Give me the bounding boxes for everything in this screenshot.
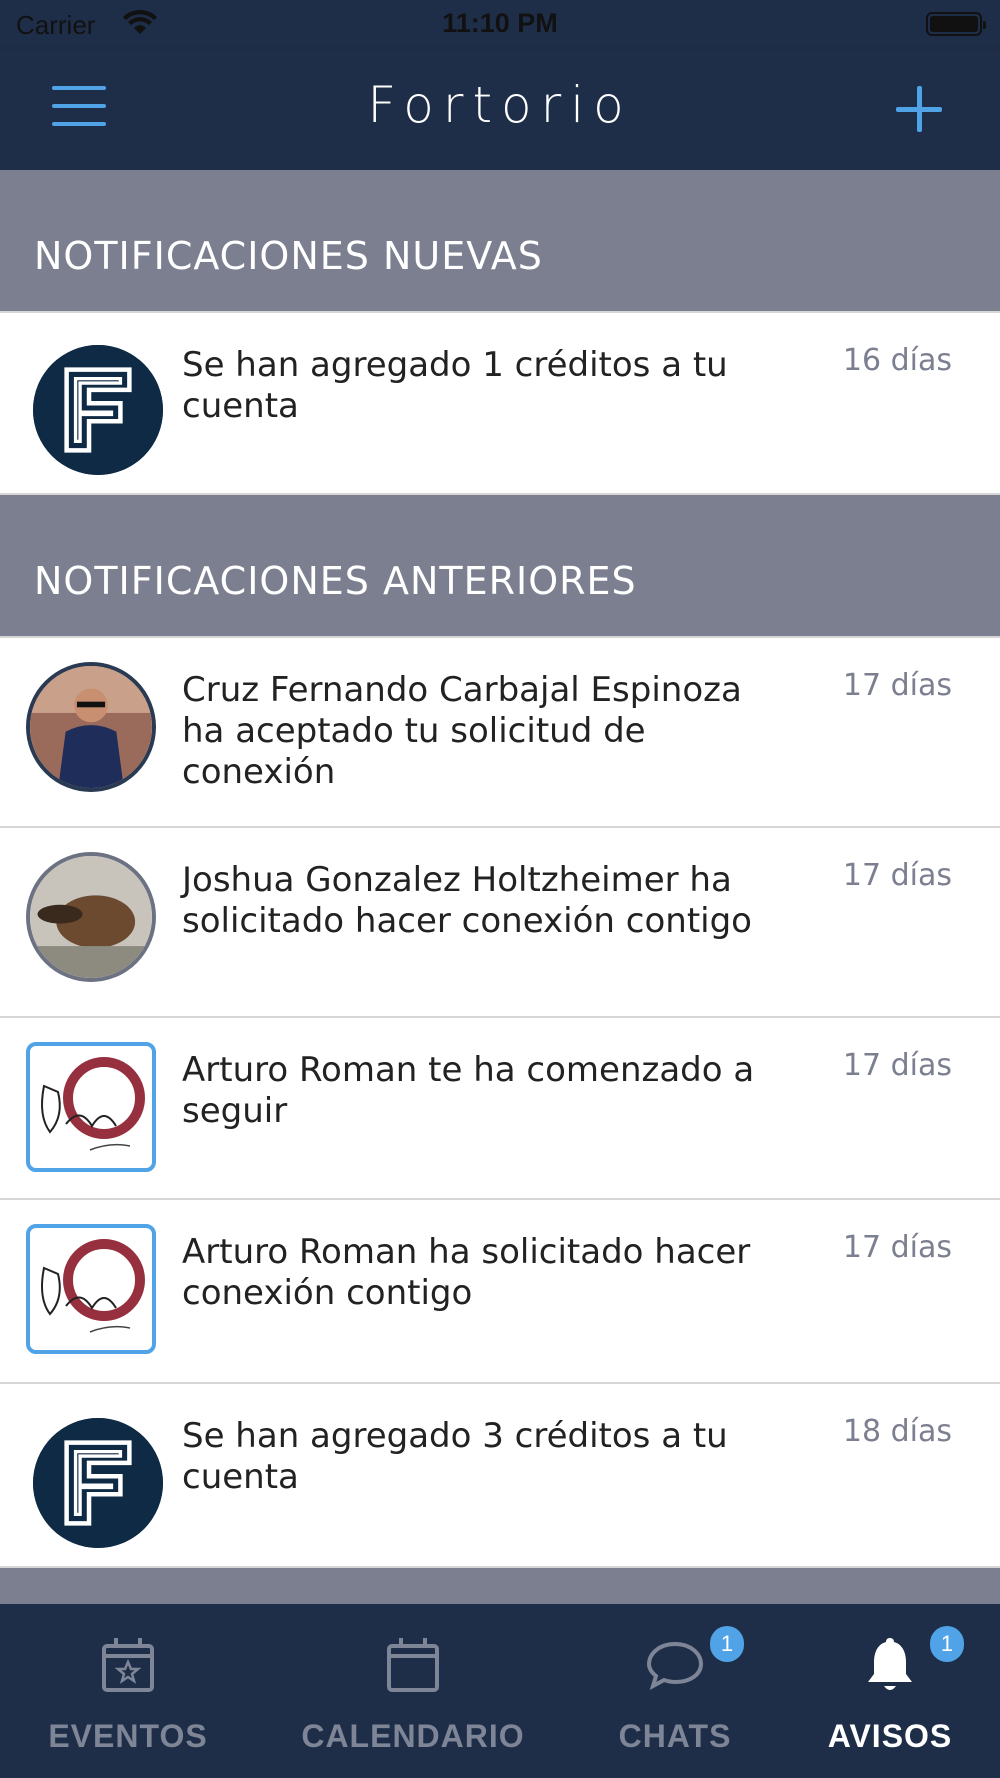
notification-text: Cruz Fernando Carbajal Espinoza ha acept… (182, 670, 742, 792)
avisos-badge: 1 (930, 1626, 964, 1662)
notification-text: Arturo Roman ha solicitado hacer conexió… (182, 1232, 751, 1313)
section-header-new: NOTIFICACIONES NUEVAS (0, 170, 1000, 311)
tab-label: EVENTOS (48, 1718, 208, 1754)
notification-time: 18 días (842, 1414, 952, 1449)
tab-bar: EVENTOS CALENDARIO 1 CHATS 1 AVISOS (0, 1604, 1000, 1778)
calendar-star-icon (102, 1638, 154, 1692)
notification-text: Joshua Gonzalez Holtzheimer ha solicitad… (182, 860, 752, 941)
fortorio-logo-avatar (33, 1418, 163, 1548)
notification-text: Se han agregado 3 créditos a tu cuenta (182, 1416, 728, 1497)
tab-avisos[interactable]: 1 AVISOS (800, 1604, 980, 1778)
notification-row[interactable]: Arturo Roman te ha comenzado a seguir 17… (0, 1018, 1000, 1200)
notification-time: 17 días (842, 1048, 952, 1083)
user-photo-avatar (26, 852, 156, 982)
notifications-list[interactable]: NOTIFICACIONES NUEVAS Se han agregado 1 … (0, 170, 1000, 1604)
notification-time: 16 días (842, 343, 952, 378)
user-photo-avatar (26, 662, 156, 792)
notification-row[interactable]: Joshua Gonzalez Holtzheimer ha solicitad… (0, 828, 1000, 1018)
chat-bubble-icon (646, 1641, 704, 1691)
battery-icon (926, 12, 986, 36)
notification-row[interactable]: Arturo Roman ha solicitado hacer conexió… (0, 1200, 1000, 1384)
notification-row[interactable]: Se han agregado 1 créditos a tu cuenta 1… (0, 313, 1000, 495)
fortorio-logo-avatar (33, 345, 163, 475)
notification-row[interactable]: Cruz Fernando Carbajal Espinoza ha acept… (0, 638, 1000, 828)
notification-time: 17 días (842, 668, 952, 703)
notification-text: Arturo Roman te ha comenzado a seguir (182, 1050, 755, 1131)
tab-label: CHATS (618, 1718, 732, 1754)
dela-banquetes-logo-avatar (26, 1224, 156, 1354)
nav-bar: Fortorio (0, 50, 1000, 170)
calendar-icon (387, 1638, 439, 1692)
tab-chats[interactable]: 1 CHATS (580, 1604, 770, 1778)
tab-calendario[interactable]: CALENDARIO (286, 1604, 540, 1778)
notification-row[interactable]: Se han agregado 3 créditos a tu cuenta 1… (0, 1384, 1000, 1568)
dela-banquetes-logo-avatar (26, 1042, 156, 1172)
bell-icon (868, 1638, 912, 1690)
status-bar: Carrier 11:10 PM (0, 0, 1000, 50)
add-button[interactable] (896, 86, 942, 132)
notification-time: 17 días (842, 858, 952, 893)
tab-label: CALENDARIO (301, 1718, 525, 1754)
notification-text: Se han agregado 1 créditos a tu cuenta (182, 345, 728, 426)
tab-label: AVISOS (827, 1718, 953, 1754)
chats-badge: 1 (710, 1626, 744, 1662)
status-time: 11:10 PM (442, 8, 558, 38)
tab-eventos[interactable]: EVENTOS (0, 1604, 256, 1778)
app-title: Fortorio (367, 76, 633, 134)
notification-time: 17 días (842, 1230, 952, 1265)
section-header-old: NOTIFICACIONES ANTERIORES (0, 495, 1000, 636)
